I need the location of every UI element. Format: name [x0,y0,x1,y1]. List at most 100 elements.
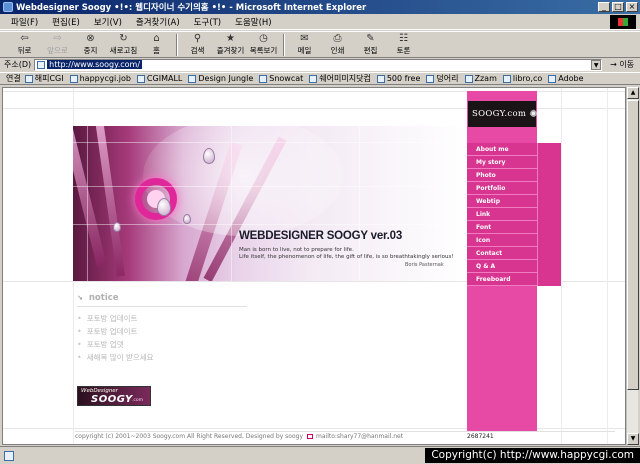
menu-help[interactable]: 도움말(H) [228,16,278,28]
bullet-icon: • [77,327,82,336]
status-bar: Copyright(c) http://www.happycgi.com [0,446,640,464]
grid-line [73,142,467,143]
side-menu-photo[interactable]: Photo [467,169,537,182]
bullet-icon: • [77,314,82,323]
address-url[interactable]: http://www.soogy.com/ [47,60,143,69]
menu-view[interactable]: 보기(V) [87,16,129,28]
scroll-thumb[interactable] [627,100,639,390]
site-logo-text: SOOGY.com [472,109,527,119]
side-menu-qa[interactable]: Q & A [467,260,537,273]
link-item[interactable]: Adobe [548,74,584,83]
back-arrow-icon: ⇦ [20,33,29,44]
page-icon [376,74,385,83]
arrow-icon: ↘ [77,294,83,302]
refresh-button[interactable]: ↻ 새로고침 [107,32,140,57]
notice-section: ↘ notice • 포토방 업데이트 • 포토방 업데이트 • 포토방 업뎃 • 새해복… [77,292,257,364]
site-logo[interactable]: SOOGY.com ✺ [468,101,538,127]
scroll-up-icon[interactable]: ▲ [627,87,639,99]
link-label: Zzam [474,74,497,83]
close-button[interactable]: × [626,2,638,12]
grid-line [73,224,467,225]
home-icon: ⌂ [153,33,160,44]
link-item[interactable]: Zzam [464,74,497,83]
forward-button[interactable]: ⇨ 앞으로 [41,32,74,57]
menu-file[interactable]: 파일(F) [4,16,45,28]
link-item[interactable]: 500 free [376,74,420,83]
history-button[interactable]: ◷ 목록보기 [247,32,280,57]
link-label: CGIMALL [146,74,183,83]
footer-copyright: copyright (c) 2001~2003 Soogy.com All Ri… [75,433,303,440]
banner-line: SOOGY [91,394,133,405]
mail-icon: ✉ [300,33,309,44]
link-item[interactable]: libro,co [502,74,543,83]
toolbar-separator [283,33,285,56]
menu-tools[interactable]: 도구(T) [187,16,228,28]
notice-item[interactable]: • 포토방 업뎃 [77,338,257,351]
mail-icon [307,434,313,439]
link-item[interactable]: 해피CGI [24,73,64,84]
hero-author: Boris Pasternak [405,262,444,268]
vertical-scrollbar[interactable]: ▲ ▼ [626,87,639,445]
link-item[interactable]: 덩어리 [426,73,459,84]
discuss-icon: ☷ [399,33,408,44]
link-item[interactable]: Snowcat [259,74,303,83]
grid-line [231,126,232,281]
side-menu-portfolio[interactable]: Portfolio [467,182,537,195]
side-menu-icon[interactable]: Icon [467,234,537,247]
home-button[interactable]: ⌂ 홈 [140,32,173,57]
maximize-button[interactable]: □ [612,2,624,12]
page-icon [548,74,557,83]
notice-item[interactable]: • 새해복 많이 받으세요 [77,351,257,364]
page-icon [309,74,318,83]
mail-button[interactable]: ✉ 메일 [288,32,321,57]
side-menu-webtip[interactable]: Webtip [467,195,537,208]
page-status-icon [4,450,14,461]
link-item[interactable]: 쉐어미미지닷컴 [309,73,371,84]
discuss-button[interactable]: ☷ 토론 [387,32,420,57]
edit-button[interactable]: ✎ 편집 [354,32,387,57]
page-icon [426,74,435,83]
link-label: 덩어리 [436,74,459,83]
print-button[interactable]: ⎙ 인쇄 [321,32,354,57]
side-menu-contact[interactable]: Contact [467,247,537,260]
minimize-button[interactable]: _ [598,2,610,12]
page-icon [464,74,473,83]
stop-button[interactable]: ⊗ 중지 [74,32,107,57]
page-icon [502,74,511,83]
footer-mail-link[interactable]: mailto:shary77@hanmail.net [316,433,403,440]
notice-item[interactable]: • 포토방 업데이트 [77,325,257,338]
side-menu-freeboard[interactable]: Freeboard [467,273,537,286]
menu-favorites[interactable]: 즐겨찾기(A) [129,16,187,28]
edit-icon: ✎ [366,33,375,44]
copyright-overlay: Copyright(c) http://www.happycgi.com [425,448,640,463]
history-icon: ◷ [259,33,268,44]
link-item[interactable]: Design Jungle [188,74,253,83]
side-menu-about[interactable]: About me [467,143,537,156]
link-label: Adobe [558,74,584,83]
scroll-down-icon[interactable]: ▼ [627,433,639,445]
address-dropdown-icon[interactable]: ▼ [591,59,602,70]
menu-edit[interactable]: 편집(E) [45,16,87,28]
back-button[interactable]: ⇦ 뒤로 [8,32,41,57]
link-label: libro,co [512,74,543,83]
site-banner[interactable]: WebDesigner SOOGY .com [77,386,151,406]
address-input[interactable]: http://www.soogy.com/ ▼ [34,58,603,71]
flower-icon: ✺ [529,108,538,120]
notice-item[interactable]: • 포토방 업데이트 [77,312,257,325]
hero-quote-line: Life itself, the phenomenon of life, the… [239,254,454,260]
search-button[interactable]: ⚲ 검색 [181,32,214,57]
grid-line [87,126,88,281]
side-menu-font[interactable]: Font [467,221,537,234]
link-item[interactable]: CGIMALL [136,74,183,83]
notice-item-text: 포토방 업데이트 [86,327,138,336]
favorites-button[interactable]: ★ 즐겨찾기 [214,32,247,57]
notice-heading[interactable]: ↘ notice [77,292,257,304]
link-item[interactable]: happycgi.job [69,74,131,83]
go-button[interactable]: → 이동 [610,59,634,70]
stop-icon: ⊗ [86,33,95,44]
menu-bar: 파일(F) 편집(E) 보기(V) 즐겨찾기(A) 도구(T) 도움말(H) [0,14,640,30]
side-menu-story[interactable]: My story [467,156,537,169]
window-title: Webdesigner Soogy •!•: 웹디자이너 수기의홈 •!• - … [16,3,367,13]
grid-line [607,88,608,444]
side-menu-link[interactable]: Link [467,208,537,221]
